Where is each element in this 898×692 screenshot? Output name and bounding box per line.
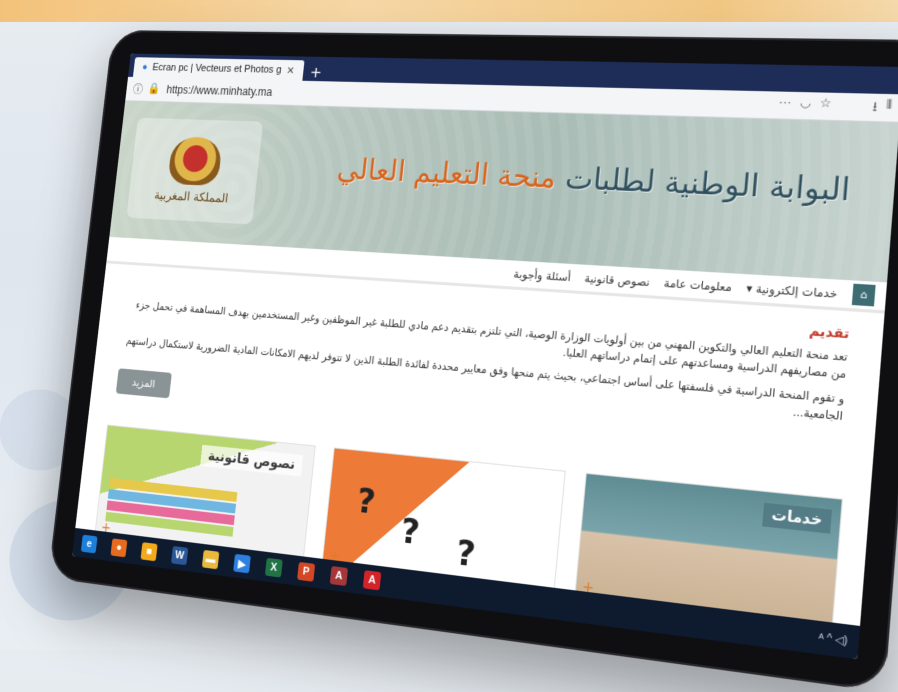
address-right-icons: ··· ◡ ☆ ⭳ ⦀	[778, 94, 893, 119]
more-button[interactable]: المزيد	[115, 368, 172, 399]
system-tray[interactable]: ᴬ ^ ◁)	[818, 631, 848, 647]
library-icon[interactable]: ⦀	[885, 97, 893, 119]
card-services-plus-icon[interactable]: +	[581, 579, 594, 597]
pocket-icon[interactable]: ◡	[799, 95, 811, 117]
firefox-icon[interactable]: ●	[110, 538, 128, 558]
card-info-label: معلومات عامة	[446, 473, 542, 500]
kingdom-label: المملكة المغربية	[153, 188, 229, 206]
address-icons: ⓘ 🔒	[132, 81, 161, 97]
question-mark-icon: ?	[398, 510, 422, 554]
title-prefix: البوابة الوطنية لطلبات	[563, 161, 852, 209]
access-icon[interactable]: A	[329, 566, 349, 587]
excel-icon[interactable]: X	[264, 557, 283, 578]
title-accent: منحة التعليم العالي	[335, 152, 558, 196]
emblem-box: المملكة المغربية	[126, 117, 264, 225]
nav-item-faq[interactable]: أسئلة وأجوبة	[513, 267, 571, 284]
nav-item-legal-texts[interactable]: نصوص قانونية	[584, 271, 650, 288]
device-screen: ● Ecran pc | Vecteurs et Photos g ✕ + ⓘ …	[71, 53, 898, 660]
browser-tab-active[interactable]: ● Ecran pc | Vecteurs et Photos g ✕	[132, 57, 305, 81]
download-icon[interactable]: ⭳	[872, 96, 878, 118]
coat-of-arms-icon	[167, 135, 223, 186]
media-icon[interactable]: ▶	[233, 553, 251, 574]
card-law-plus-icon[interactable]: +	[100, 520, 111, 536]
card-services-label: خدمات	[761, 502, 832, 534]
nav-item-general-info[interactable]: معلومات عامة	[663, 276, 732, 294]
store-icon[interactable]: ■	[140, 542, 158, 562]
info-icon[interactable]: ⓘ	[132, 81, 144, 97]
explorer-icon[interactable]: ▬	[201, 549, 220, 570]
lock-icon: 🔒	[147, 81, 161, 95]
star-icon[interactable]: ☆	[819, 95, 832, 117]
word-icon[interactable]: W	[170, 545, 189, 566]
powerpoint-icon[interactable]: P	[297, 561, 316, 582]
nav-item-eservices[interactable]: خدمات إلكترونية ▾	[746, 281, 838, 300]
more-icon[interactable]: ···	[778, 94, 792, 116]
home-icon[interactable]: ⌂	[851, 283, 876, 307]
tab-close-icon[interactable]: ✕	[286, 64, 295, 76]
portal-title: البوابة الوطنية لطلبات منحة التعليم العا…	[336, 153, 852, 209]
nav-item-label: خدمات إلكترونية	[755, 281, 838, 301]
card-info-plus-icon[interactable]: +	[328, 548, 340, 565]
device-wrap: ● Ecran pc | Vecteurs et Photos g ✕ + ⓘ …	[0, 0, 898, 692]
tab-favicon-icon: ●	[141, 61, 149, 73]
edge-icon[interactable]: e	[80, 534, 98, 554]
tab-title: Ecran pc | Vecteurs et Photos g	[151, 62, 283, 76]
question-mark-icon: ?	[355, 480, 378, 523]
tablet-device: ● Ecran pc | Vecteurs et Photos g ✕ + ⓘ …	[48, 30, 898, 692]
new-tab-button[interactable]: +	[302, 63, 330, 81]
question-mark-icon: ?	[454, 532, 478, 576]
acrobat-icon[interactable]: A	[362, 570, 382, 591]
card-law-label: نصوص قانونية	[199, 444, 304, 477]
